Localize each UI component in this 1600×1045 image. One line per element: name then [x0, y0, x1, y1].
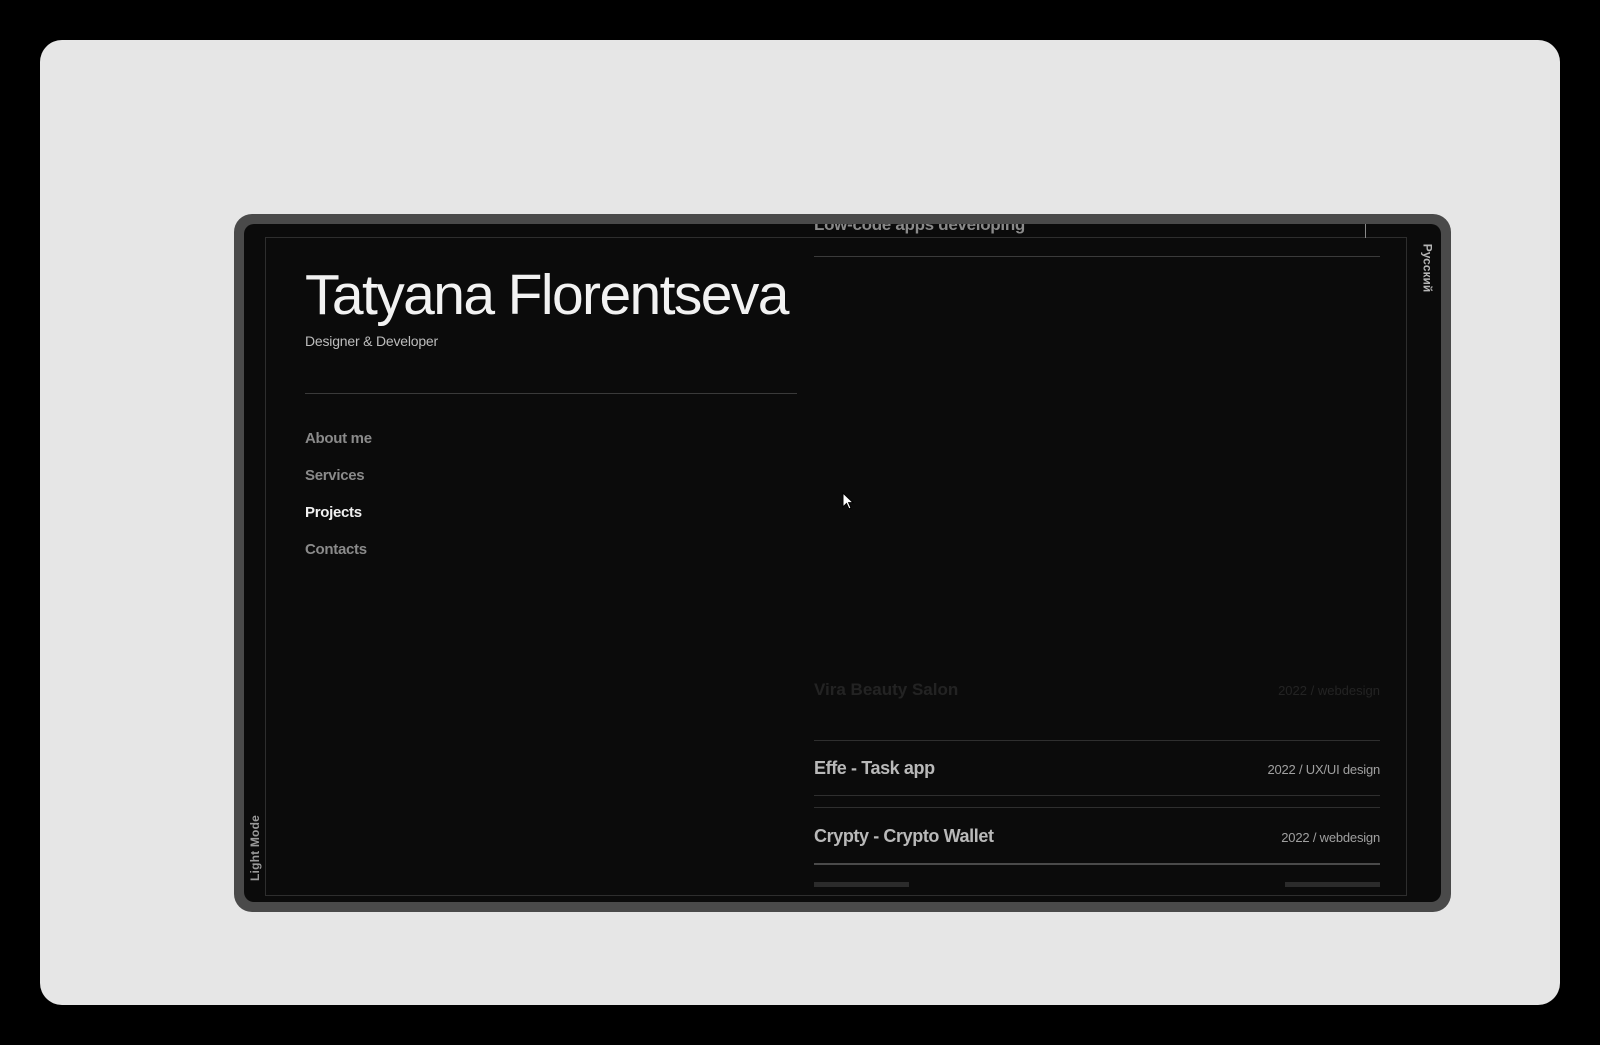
main-nav: About me Services Projects Contacts: [305, 430, 800, 578]
projects-panel: Low-code apps developing Vira Beauty Sal…: [814, 224, 1380, 902]
project-title: Vira Beauty Salon: [814, 680, 959, 699]
nav-item-services[interactable]: Services: [305, 467, 800, 504]
language-toggle-label: Русский: [1420, 243, 1434, 293]
project-title-partial[interactable]: Low-code apps developing: [814, 224, 1025, 235]
nav-item-projects[interactable]: Projects: [305, 504, 800, 541]
project-meta: 2022 / UX/UI design: [1267, 762, 1380, 777]
project-separator: [814, 807, 1380, 808]
project-row-crypty[interactable]: Crypty - Crypto Wallet 2022 / webdesign: [814, 826, 1380, 847]
project-row-faded[interactable]: Vira Beauty Salon 2022 / webdesign: [814, 680, 1380, 700]
partial-title-fragment: [814, 882, 909, 887]
nav-item-about[interactable]: About me: [305, 430, 800, 467]
site-owner-name: Tatyana Florentseva: [305, 263, 789, 327]
project-meta: 2022 / webdesign: [1281, 830, 1380, 845]
project-separator: [814, 795, 1380, 796]
nav-item-contacts[interactable]: Contacts: [305, 541, 800, 578]
site-tagline: Designer & Developer: [305, 332, 438, 349]
right-side-strip: Русский: [1416, 224, 1441, 902]
cursor-arrow-icon: [842, 492, 854, 510]
project-title: Crypty - Crypto Wallet: [814, 826, 994, 846]
intro-panel: Tatyana Florentseva Designer & Developer…: [305, 264, 800, 594]
language-toggle[interactable]: Русский: [1417, 238, 1437, 298]
project-separator: [814, 863, 1380, 865]
presentation-card: Light Mode Русский Tatyana Florentseva D…: [40, 40, 1560, 1005]
left-side-strip: Light Mode: [244, 224, 265, 902]
project-meta: 2022 / webdesign: [1278, 683, 1380, 698]
project-row-effe[interactable]: Effe - Task app 2022 / UX/UI design: [814, 758, 1380, 779]
device-frame: Light Mode Русский Tatyana Florentseva D…: [234, 214, 1451, 912]
website-screen: Light Mode Русский Tatyana Florentseva D…: [244, 224, 1441, 902]
project-expand-marker: [1365, 224, 1366, 238]
project-title: Effe - Task app: [814, 758, 935, 778]
project-separator: [814, 256, 1380, 257]
intro-divider: [305, 392, 797, 394]
project-separator: [814, 740, 1380, 741]
partial-meta-fragment: [1285, 882, 1380, 887]
project-row-next-partial[interactable]: [814, 882, 1380, 887]
theme-toggle[interactable]: Light Mode: [245, 808, 265, 888]
theme-toggle-label: Light Mode: [248, 815, 263, 881]
